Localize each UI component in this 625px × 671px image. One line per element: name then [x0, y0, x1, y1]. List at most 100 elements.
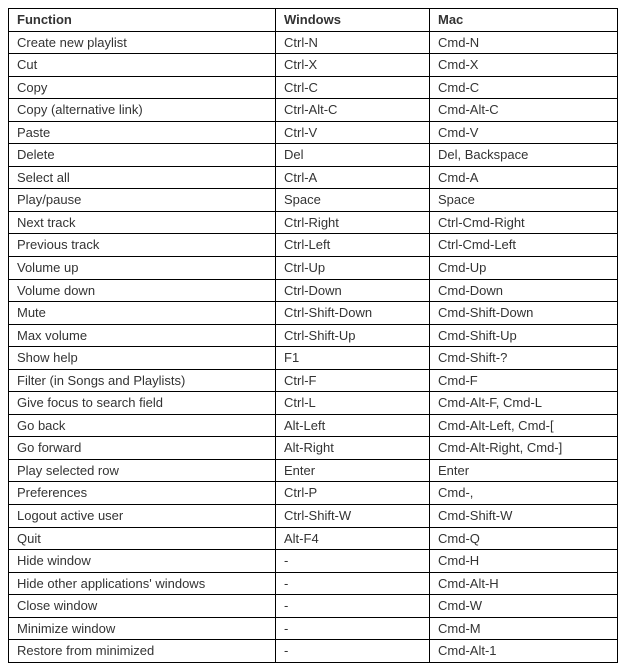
- table-header-row: Function Windows Mac: [9, 9, 618, 32]
- cell-windows: -: [276, 550, 430, 573]
- table-row: Show helpF1Cmd-Shift-?: [9, 347, 618, 370]
- cell-function: Show help: [9, 347, 276, 370]
- cell-function: Play selected row: [9, 459, 276, 482]
- cell-mac: Cmd-W: [430, 595, 618, 618]
- table-row: Max volumeCtrl-Shift-UpCmd-Shift-Up: [9, 324, 618, 347]
- cell-mac: Cmd-,: [430, 482, 618, 505]
- header-windows: Windows: [276, 9, 430, 32]
- table-row: Copy (alternative link)Ctrl-Alt-CCmd-Alt…: [9, 99, 618, 122]
- cell-mac: Cmd-Alt-1: [430, 640, 618, 663]
- cell-windows: Enter: [276, 459, 430, 482]
- cell-function: Filter (in Songs and Playlists): [9, 369, 276, 392]
- cell-function: Minimize window: [9, 617, 276, 640]
- table-row: Close window-Cmd-W: [9, 595, 618, 618]
- cell-function: Restore from minimized: [9, 640, 276, 663]
- cell-windows: Space: [276, 189, 430, 212]
- cell-function: Go forward: [9, 437, 276, 460]
- cell-mac: Cmd-H: [430, 550, 618, 573]
- cell-function: Hide window: [9, 550, 276, 573]
- cell-mac: Cmd-F: [430, 369, 618, 392]
- cell-mac: Ctrl-Cmd-Left: [430, 234, 618, 257]
- cell-mac: Cmd-Alt-H: [430, 572, 618, 595]
- cell-function: Copy (alternative link): [9, 99, 276, 122]
- cell-function: Select all: [9, 166, 276, 189]
- cell-windows: -: [276, 572, 430, 595]
- cell-function: Close window: [9, 595, 276, 618]
- cell-windows: Ctrl-L: [276, 392, 430, 415]
- shortcut-table: Function Windows Mac Create new playlist…: [8, 8, 618, 663]
- table-row: PasteCtrl-VCmd-V: [9, 121, 618, 144]
- cell-windows: Alt-F4: [276, 527, 430, 550]
- cell-mac: Cmd-Alt-F, Cmd-L: [430, 392, 618, 415]
- cell-function: Cut: [9, 54, 276, 77]
- cell-mac: Cmd-Up: [430, 257, 618, 280]
- table-row: Play selected rowEnterEnter: [9, 459, 618, 482]
- cell-mac: Cmd-Shift-Down: [430, 302, 618, 325]
- table-row: Go backAlt-LeftCmd-Alt-Left, Cmd-[: [9, 414, 618, 437]
- cell-function: Volume up: [9, 257, 276, 280]
- cell-function: Give focus to search field: [9, 392, 276, 415]
- cell-function: Create new playlist: [9, 31, 276, 54]
- cell-windows: -: [276, 595, 430, 618]
- table-row: DeleteDelDel, Backspace: [9, 144, 618, 167]
- table-row: CutCtrl-XCmd-X: [9, 54, 618, 77]
- cell-function: Preferences: [9, 482, 276, 505]
- cell-windows: Ctrl-Left: [276, 234, 430, 257]
- cell-windows: Alt-Right: [276, 437, 430, 460]
- table-row: Create new playlistCtrl-NCmd-N: [9, 31, 618, 54]
- cell-mac: Enter: [430, 459, 618, 482]
- table-row: Select allCtrl-ACmd-A: [9, 166, 618, 189]
- cell-function: Mute: [9, 302, 276, 325]
- table-row: Next trackCtrl-RightCtrl-Cmd-Right: [9, 211, 618, 234]
- table-row: Previous trackCtrl-LeftCtrl-Cmd-Left: [9, 234, 618, 257]
- cell-windows: Alt-Left: [276, 414, 430, 437]
- cell-function: Paste: [9, 121, 276, 144]
- cell-function: Play/pause: [9, 189, 276, 212]
- table-row: Hide window-Cmd-H: [9, 550, 618, 573]
- cell-mac: Cmd-M: [430, 617, 618, 640]
- header-mac: Mac: [430, 9, 618, 32]
- cell-windows: Ctrl-C: [276, 76, 430, 99]
- cell-windows: Ctrl-F: [276, 369, 430, 392]
- cell-function: Copy: [9, 76, 276, 99]
- cell-mac: Space: [430, 189, 618, 212]
- cell-function: Next track: [9, 211, 276, 234]
- cell-windows: Ctrl-Up: [276, 257, 430, 280]
- cell-windows: Ctrl-Shift-W: [276, 505, 430, 528]
- cell-windows: Ctrl-Down: [276, 279, 430, 302]
- table-row: CopyCtrl-CCmd-C: [9, 76, 618, 99]
- table-row: Give focus to search fieldCtrl-LCmd-Alt-…: [9, 392, 618, 415]
- cell-windows: Del: [276, 144, 430, 167]
- cell-windows: Ctrl-Alt-C: [276, 99, 430, 122]
- table-row: Restore from minimized-Cmd-Alt-1: [9, 640, 618, 663]
- cell-windows: Ctrl-Shift-Down: [276, 302, 430, 325]
- cell-mac: Cmd-Alt-Right, Cmd-]: [430, 437, 618, 460]
- cell-windows: Ctrl-A: [276, 166, 430, 189]
- cell-mac: Cmd-Shift-Up: [430, 324, 618, 347]
- cell-function: Logout active user: [9, 505, 276, 528]
- table-row: Logout active userCtrl-Shift-WCmd-Shift-…: [9, 505, 618, 528]
- cell-mac: Cmd-V: [430, 121, 618, 144]
- cell-mac: Cmd-Shift-?: [430, 347, 618, 370]
- cell-mac: Cmd-N: [430, 31, 618, 54]
- cell-windows: -: [276, 617, 430, 640]
- table-row: QuitAlt-F4Cmd-Q: [9, 527, 618, 550]
- table-body: Create new playlistCtrl-NCmd-NCutCtrl-XC…: [9, 31, 618, 662]
- cell-windows: Ctrl-V: [276, 121, 430, 144]
- cell-windows: Ctrl-Right: [276, 211, 430, 234]
- cell-windows: Ctrl-X: [276, 54, 430, 77]
- cell-mac: Cmd-Q: [430, 527, 618, 550]
- cell-windows: F1: [276, 347, 430, 370]
- cell-function: Previous track: [9, 234, 276, 257]
- cell-mac: Cmd-Down: [430, 279, 618, 302]
- table-row: Minimize window-Cmd-M: [9, 617, 618, 640]
- cell-windows: Ctrl-P: [276, 482, 430, 505]
- cell-mac: Cmd-Shift-W: [430, 505, 618, 528]
- cell-function: Delete: [9, 144, 276, 167]
- table-row: Filter (in Songs and Playlists)Ctrl-FCmd…: [9, 369, 618, 392]
- table-row: Volume upCtrl-UpCmd-Up: [9, 257, 618, 280]
- table-row: MuteCtrl-Shift-DownCmd-Shift-Down: [9, 302, 618, 325]
- cell-function: Go back: [9, 414, 276, 437]
- cell-windows: Ctrl-N: [276, 31, 430, 54]
- table-row: Hide other applications' windows-Cmd-Alt…: [9, 572, 618, 595]
